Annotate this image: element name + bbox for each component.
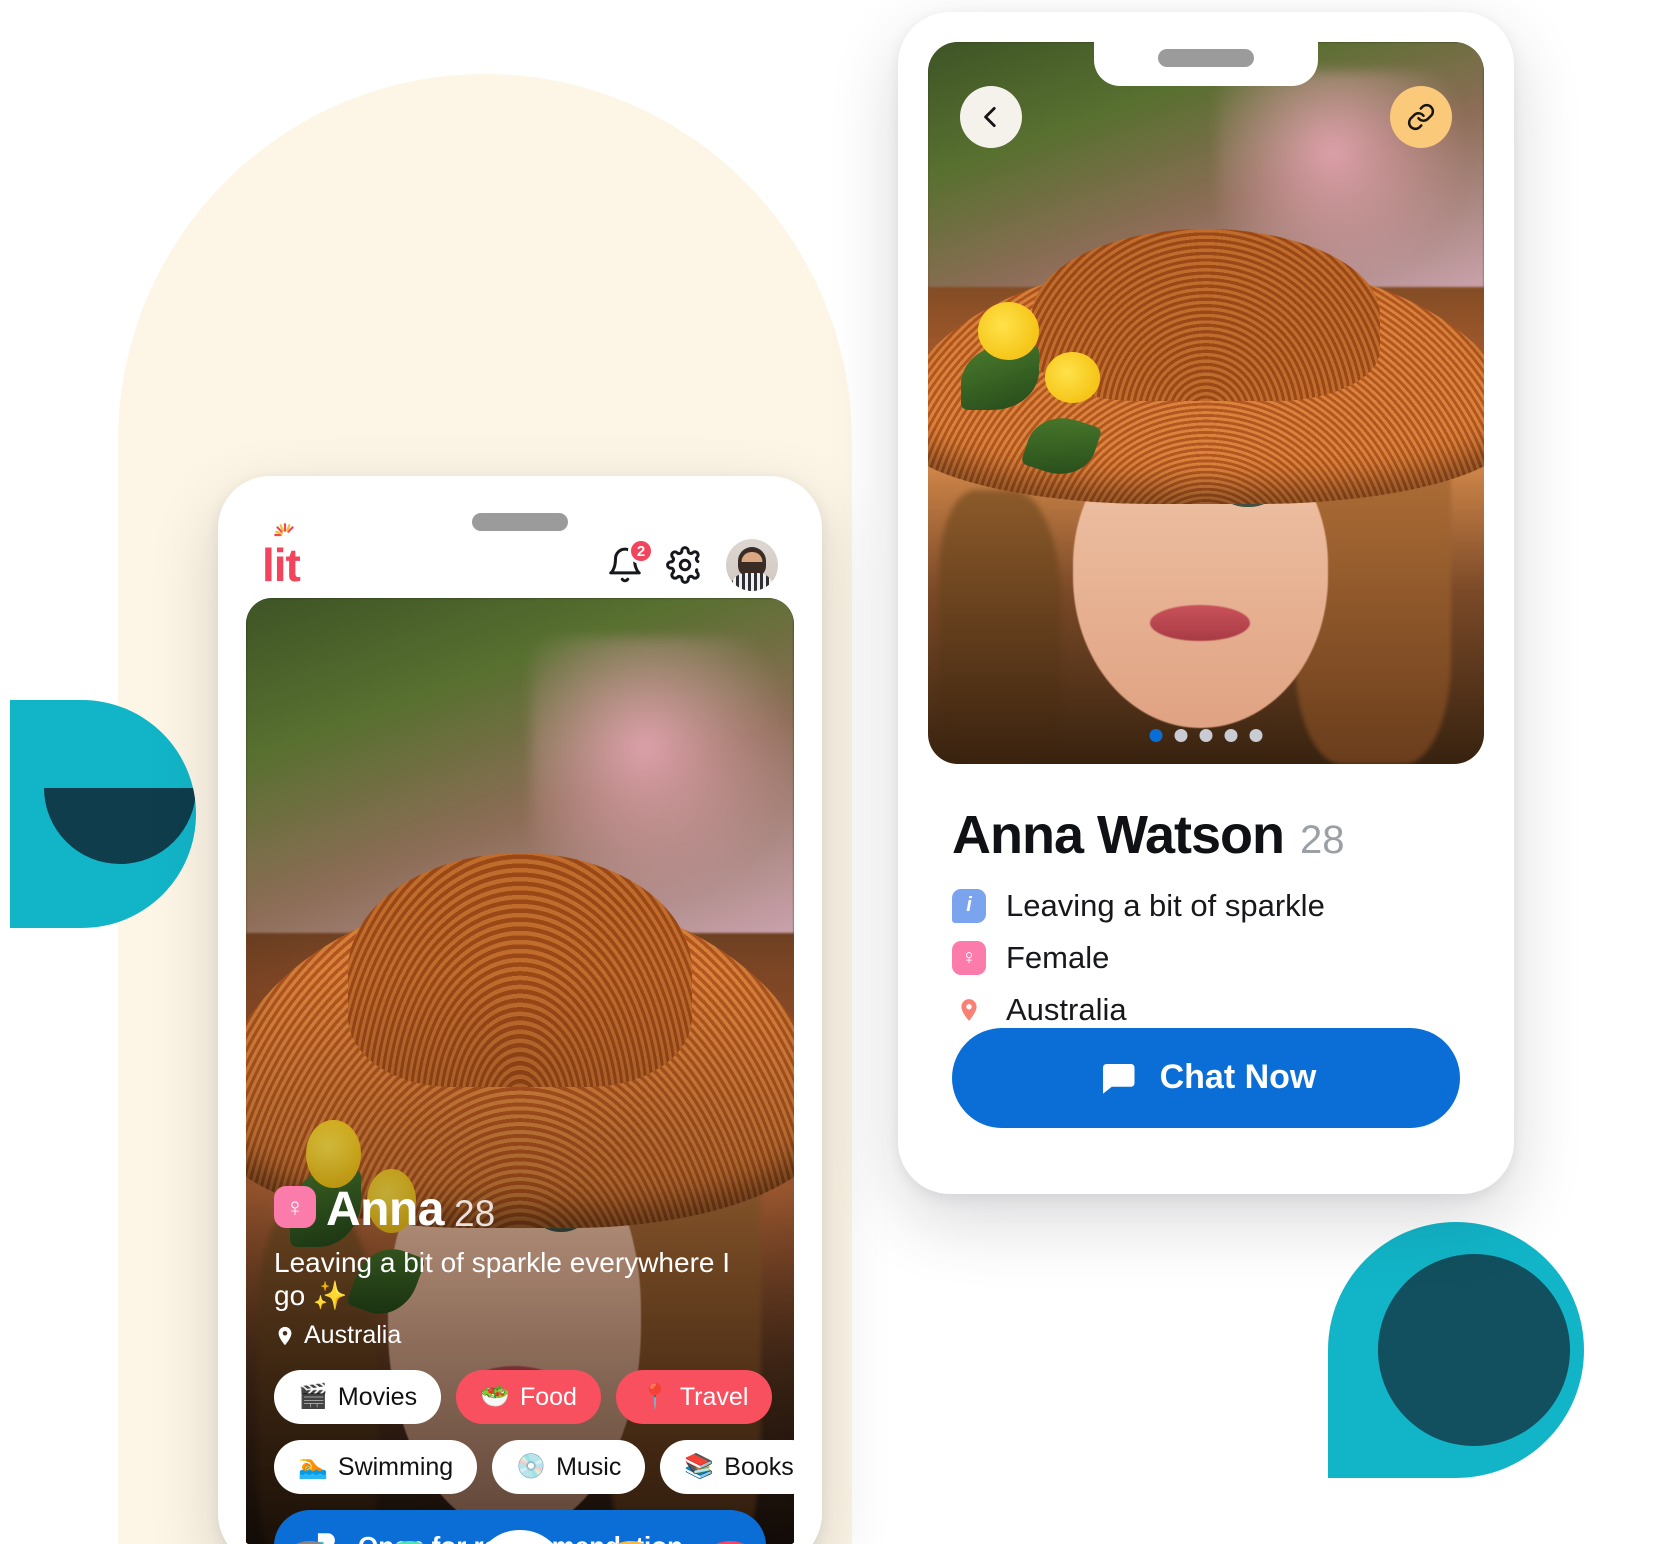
chevron-left-icon [984,106,996,128]
carousel-dot-active[interactable] [1149,728,1163,742]
notification-badge: 2 [628,538,654,564]
profile-card-content: ♀ Anna 28 Leaving a bit of sparkle every… [274,1182,794,1544]
profile-location-row: Australia [274,1321,766,1350]
profile-name: Anna [326,1182,445,1236]
notifications-button[interactable]: 2 [606,538,654,584]
profile-card[interactable]: ♀ Anna 28 Leaving a bit of sparkle every… [246,598,794,1544]
interest-tags: 🎬 Movies 🥗 Food 📍 Travel 🏊 Swimming 💿 Mu… [274,1370,794,1494]
avatar[interactable] [726,539,778,591]
right-phone-screen: Anna Watson 28 i Leaving a bit of sparkl… [912,26,1500,1180]
carousel-dot[interactable] [1174,728,1188,742]
profile-bio: Leaving a bit of sparkle everywhere I go… [274,1246,731,1312]
profile-gender: Female [1006,939,1110,975]
teal-arc-dark-circle [1378,1254,1570,1446]
screenshot-stage: lit 2 ♀ Anna 28 Leaving a bit of sparkle… [0,0,1663,1544]
superlike-button[interactable] [473,1530,567,1544]
header-actions: 2 [606,538,778,591]
avatar-shirt [730,573,774,591]
right-phone-frame: Anna Watson 28 i Leaving a bit of sparkl… [898,12,1514,1194]
link-icon [1407,103,1435,131]
info-bubble-icon: i [952,888,986,923]
chat-now-label: Chat Now [1159,1058,1317,1097]
profile-location-text: Australia [304,1321,402,1349]
share-link-button[interactable] [1390,86,1452,148]
food-icon: 🥗 [480,1383,510,1410]
profile-name-row: ♀ Anna 28 [274,1182,766,1236]
tag-food[interactable]: 🥗 Food [456,1370,601,1424]
carousel-dots[interactable] [1149,728,1263,742]
page-title: Anna Watson [952,804,1285,865]
left-phone-frame: lit 2 ♀ Anna 28 Leaving a bit of sparkle… [218,476,822,1544]
profile-photo-carousel[interactable] [928,42,1484,764]
profile-bio: Leaving a bit of sparkle [1006,887,1325,923]
chat-bubble-icon [1102,1063,1135,1094]
right-phone-notch [1094,40,1318,86]
tag-label: Books [724,1452,794,1481]
photo-flower [978,301,1040,360]
profile-gender-row: ♀ Female [952,940,1460,976]
sparkle-icon [272,522,298,552]
carousel-dot[interactable] [1224,728,1238,742]
app-logo[interactable]: lit [262,523,301,588]
tag-label: Music [556,1452,622,1481]
profile-age: 28 [1299,817,1345,862]
location-pin-icon [278,1326,292,1345]
photo-flower [1044,352,1101,403]
tag-books[interactable]: 📚 Books [660,1440,794,1494]
back-button[interactable] [960,86,1022,148]
tag-movies[interactable]: 🎬 Movies [274,1370,442,1424]
movies-icon: 🎬 [298,1383,328,1410]
gear-icon[interactable] [666,546,704,584]
female-icon: ♀ [952,940,986,975]
tag-music[interactable]: 💿 Music [492,1440,646,1494]
tag-label: Swimming [337,1452,454,1481]
books-icon: 📚 [684,1453,715,1480]
photo-hair-left [939,489,1062,764]
carousel-dot[interactable] [1199,728,1213,742]
chat-now-button[interactable]: Chat Now [952,1027,1460,1128]
female-icon: ♀ [274,1185,316,1228]
teal-inner-dark-shape [44,788,196,864]
profile-attribute-list: i Leaving a bit of sparkle ♀ Female Aust… [952,888,1460,1028]
profile-details: Anna Watson 28 i Leaving a bit of sparkl… [912,780,1500,1028]
tag-label: Food [519,1382,577,1411]
profile-location: Australia [1006,991,1127,1027]
left-phone-notch [408,504,632,550]
carousel-dot[interactable] [1249,728,1263,742]
tag-label: Travel [679,1382,749,1411]
speaker-pill [1158,49,1254,67]
profile-photo [928,42,1484,764]
tag-label: Movies [337,1382,418,1411]
interest-tag-row: 🎬 Movies 🥗 Food 📍 Travel [274,1370,773,1424]
travel-icon: 📍 [639,1383,670,1410]
speaker-pill [472,513,568,531]
swimming-icon: 🏊 [298,1453,328,1480]
tag-travel[interactable]: 📍 Travel [615,1370,773,1424]
profile-bio-row: i Leaving a bit of sparkle [952,888,1460,924]
interest-tag-row: 🏊 Swimming 💿 Music 📚 Books [274,1440,794,1494]
location-pin-icon [952,993,986,1027]
card-action-bar [274,1530,766,1544]
profile-age: 28 [454,1192,496,1234]
left-phone-screen: lit 2 ♀ Anna 28 Leaving a bit of sparkle… [232,490,808,1544]
profile-name-row: Anna Watson 28 [952,804,1460,866]
tag-swimming[interactable]: 🏊 Swimming [274,1440,478,1494]
profile-location-row: Australia [952,992,1460,1028]
music-icon: 💿 [516,1453,547,1480]
